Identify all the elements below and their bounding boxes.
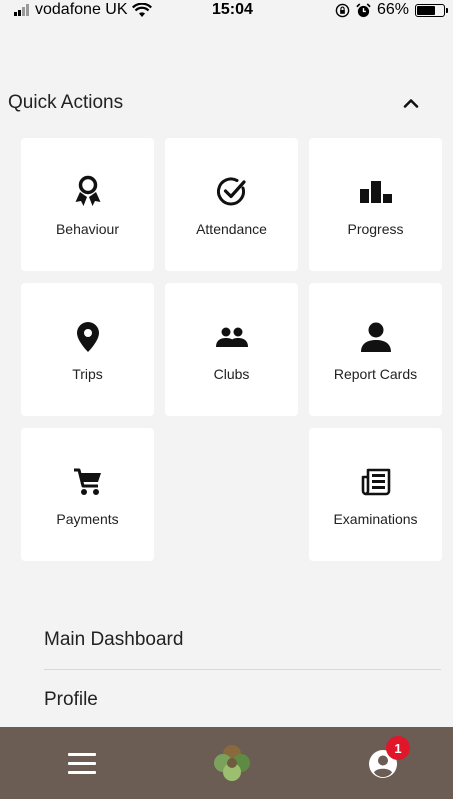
- collapse-button[interactable]: [399, 91, 423, 115]
- podium-icon: [359, 173, 392, 211]
- tile-report-cards[interactable]: Report Cards: [309, 283, 442, 416]
- tile-label: Payments: [56, 510, 119, 527]
- check-circle-icon: [216, 173, 247, 211]
- carrier-name: vodafone UK: [35, 1, 128, 18]
- menu-list: Main Dashboard Profile: [44, 610, 441, 729]
- tile-label: Behaviour: [55, 220, 120, 237]
- quick-actions-grid: Behaviour Attendance Progress Trips Club…: [21, 138, 442, 561]
- alarm-icon: [356, 2, 371, 17]
- tile-behaviour[interactable]: Behaviour: [21, 138, 154, 271]
- group-icon: [215, 318, 249, 356]
- menu-item-profile[interactable]: Profile: [44, 669, 441, 729]
- quick-actions-header: Quick Actions: [8, 88, 423, 118]
- status-time: 15:04: [212, 1, 253, 18]
- battery-icon: [415, 3, 448, 17]
- tile-label: Progress: [347, 220, 404, 237]
- signal-icon: [14, 4, 29, 16]
- tile-label: Examinations: [333, 510, 418, 527]
- award-ribbon-icon: [74, 173, 102, 211]
- cart-icon: [73, 463, 103, 501]
- tile-label: Clubs: [213, 365, 250, 382]
- tile-clubs[interactable]: Clubs: [165, 283, 298, 416]
- menu-item-main-dashboard[interactable]: Main Dashboard: [44, 610, 441, 669]
- wifi-icon: [131, 2, 152, 17]
- tile-label: Trips: [72, 365, 103, 382]
- status-bar: vodafone UK 15:04 66%: [0, 0, 453, 22]
- chevron-up-icon: [403, 99, 419, 108]
- tile-label: Attendance: [196, 220, 267, 237]
- tile-examinations[interactable]: Examinations: [309, 428, 442, 561]
- tile-progress[interactable]: Progress: [309, 138, 442, 271]
- hamburger-icon[interactable]: [68, 753, 96, 774]
- map-pin-icon: [76, 318, 100, 356]
- bottom-nav-bar: 1: [0, 727, 453, 799]
- tile-payments[interactable]: Payments: [21, 428, 154, 561]
- tile-attendance[interactable]: Attendance: [165, 138, 298, 271]
- section-title: Quick Actions: [8, 92, 124, 113]
- notification-badge: 1: [386, 736, 410, 760]
- status-left: vodafone UK: [14, 1, 152, 19]
- orientation-lock-icon: [335, 3, 350, 17]
- tile-label: Report Cards: [333, 365, 418, 382]
- tile-trips[interactable]: Trips: [21, 283, 154, 416]
- battery-percent: 66%: [376, 1, 409, 18]
- person-icon: [360, 318, 392, 356]
- battery-level: [417, 5, 436, 15]
- app-logo[interactable]: [213, 744, 251, 782]
- newspaper-icon: [361, 463, 391, 501]
- empty-slot: [165, 428, 298, 561]
- status-right: 66%: [335, 1, 448, 19]
